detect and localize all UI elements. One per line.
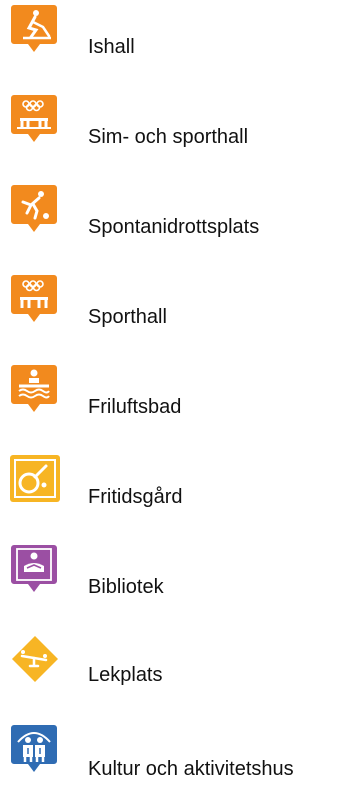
library-icon bbox=[5, 540, 63, 596]
spontaneous-sports-field-icon bbox=[5, 180, 63, 236]
legend-item-label: Fritidsgård bbox=[88, 486, 183, 508]
legend-item-sim-och-sporthall: Sim- och sporthall bbox=[0, 90, 363, 148]
legend-item-bibliotek: Bibliotek bbox=[0, 540, 363, 598]
legend-item-label: Lekplats bbox=[88, 664, 163, 686]
legend-item-ishall: Ishall bbox=[0, 0, 363, 58]
legend-item-fritidsgard: Fritidsgård bbox=[0, 450, 363, 508]
legend-item-label: Kultur och aktivitetshus bbox=[88, 758, 294, 780]
legend-item-kultur-och-aktivitetshus: Kultur och aktivitetshus bbox=[0, 720, 363, 780]
legend-item-sporthall: Sporthall bbox=[0, 270, 363, 328]
legend-item-label: Sporthall bbox=[88, 306, 167, 328]
legend-item-label: Ishall bbox=[88, 36, 135, 58]
legend-item-friluftsbad: Friluftsbad bbox=[0, 360, 363, 418]
legend-item-label: Friluftsbad bbox=[88, 396, 182, 418]
legend-item-label: Sim- och sporthall bbox=[88, 126, 249, 148]
ice-rink-icon bbox=[5, 0, 63, 56]
culture-activity-house-icon bbox=[5, 720, 63, 776]
legend-item-label: Spontanidrottsplats bbox=[88, 216, 260, 238]
youth-center-icon bbox=[5, 450, 63, 506]
legend-item-spontanidrottsplats: Spontanidrottsplats bbox=[0, 180, 363, 238]
legend-item-lekplats: Lekplats bbox=[0, 630, 363, 686]
outdoor-bath-icon bbox=[5, 360, 63, 416]
legend-item-label: Bibliotek bbox=[88, 576, 164, 598]
swim-sports-hall-icon bbox=[5, 90, 63, 146]
playground-icon bbox=[5, 630, 63, 686]
map-legend: Ishall Sim- och sporthall Spontanidrotts… bbox=[0, 0, 363, 810]
sports-hall-icon bbox=[5, 270, 63, 326]
